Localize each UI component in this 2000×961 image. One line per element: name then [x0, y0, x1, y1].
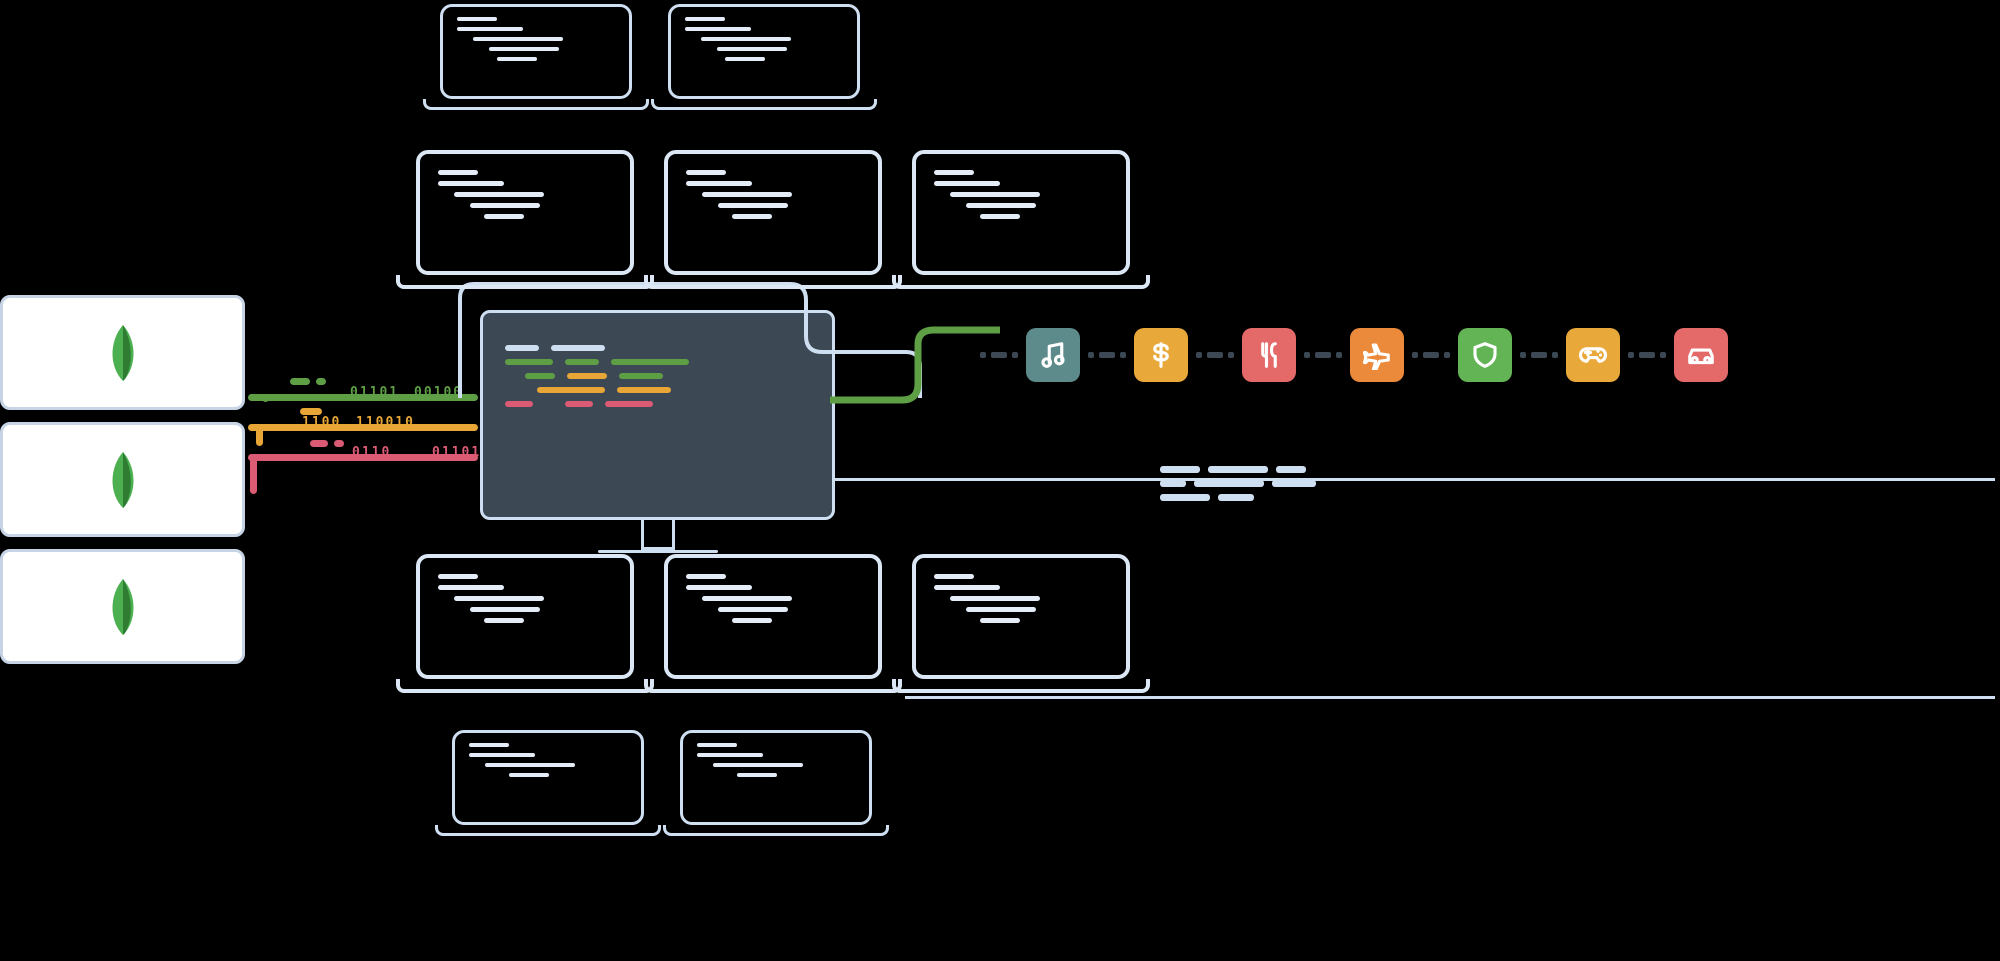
wire-pink-bend [250, 454, 257, 494]
rail-sep [1520, 352, 1558, 358]
rail-sep [1304, 352, 1342, 358]
laptop [912, 554, 1170, 693]
binary-label-y2: 110010 [356, 416, 415, 429]
app-travel-icon [1350, 328, 1404, 382]
app-music-icon [1026, 328, 1080, 382]
deco-dashes [1160, 480, 1316, 487]
rail-sep [980, 352, 1018, 358]
leaf-icon [101, 450, 145, 510]
wire-green-to-apps [830, 322, 1000, 408]
binary-label-g1: 01101 [350, 386, 399, 399]
app-gaming-icon [1566, 328, 1620, 382]
leaf-icon [101, 323, 145, 383]
app-rail [980, 328, 1728, 382]
laptop [664, 554, 922, 693]
architecture-diagram: 01101 00100 1100 110010 0110 01101 [0, 0, 2000, 961]
laptop [452, 730, 678, 836]
laptop [440, 4, 666, 110]
laptop [912, 150, 1170, 289]
dash [290, 378, 310, 385]
database-node [0, 295, 245, 410]
app-food-icon [1242, 328, 1296, 382]
app-currency-icon [1134, 328, 1188, 382]
database-stack [0, 295, 245, 676]
deco-dashes [1160, 494, 1254, 501]
deco-dashes [1160, 466, 1306, 473]
laptop [680, 730, 906, 836]
dash [316, 378, 326, 385]
wire-green-bend [262, 394, 269, 402]
wire-yellow-bend [256, 424, 263, 446]
baseline [835, 478, 1995, 481]
rail-sep [1412, 352, 1450, 358]
database-node [0, 422, 245, 537]
laptop [668, 4, 894, 110]
rail-sep [1196, 352, 1234, 358]
rail-sep [1088, 352, 1126, 358]
laptop [416, 554, 674, 693]
binary-label-p1: 0110 [352, 446, 391, 459]
binary-label-y1: 1100 [302, 416, 341, 429]
rail-sep [1628, 352, 1666, 358]
app-auto-icon [1674, 328, 1728, 382]
leaf-icon [101, 577, 145, 637]
database-node [0, 549, 245, 664]
dash [310, 440, 328, 447]
binary-label-p2: 01101 [432, 446, 481, 459]
dash [334, 440, 344, 447]
app-security-icon [1458, 328, 1512, 382]
baseline [905, 696, 1995, 699]
laptop [416, 150, 674, 289]
dash [300, 408, 322, 415]
laptop [664, 150, 922, 289]
